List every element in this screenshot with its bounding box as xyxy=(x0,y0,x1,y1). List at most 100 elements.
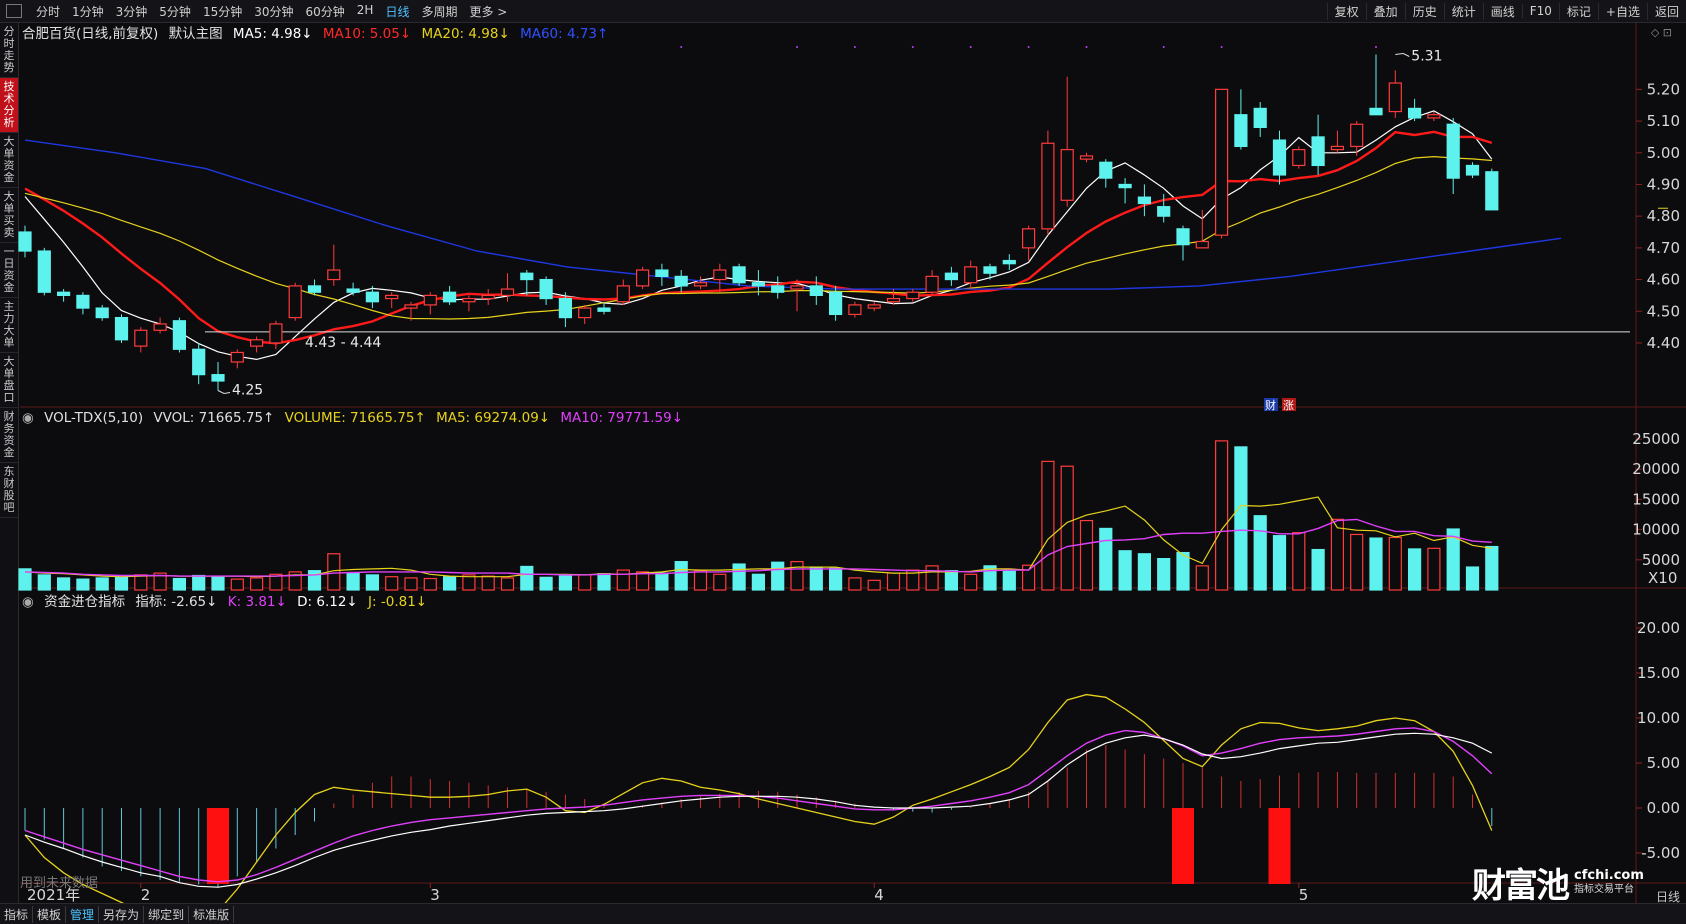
volume-bar xyxy=(250,577,264,591)
price-tick-label: 4.70 xyxy=(1647,239,1680,257)
candle-body xyxy=(674,275,688,287)
vol-ma5-label: MA5: 69274.09↓ xyxy=(436,410,551,426)
candle-body xyxy=(114,316,129,341)
candle-body xyxy=(307,285,322,293)
candle-body xyxy=(732,266,746,284)
candle-body xyxy=(1021,228,1036,249)
volume-bar xyxy=(809,566,823,591)
candle-body xyxy=(1465,164,1480,176)
ma60-line xyxy=(24,139,1562,290)
volume-bar xyxy=(1388,536,1402,591)
marker-dot xyxy=(796,46,798,48)
vol-ma10-line xyxy=(24,518,1492,577)
volume-bar xyxy=(1195,565,1209,591)
chart-template[interactable]: 默认主图 xyxy=(169,26,223,42)
candle-body xyxy=(944,272,959,281)
volume-bar xyxy=(1407,548,1422,591)
ma10-line xyxy=(24,130,1493,345)
volume-tick-label: 20000 xyxy=(1632,460,1680,478)
marker-dot xyxy=(1375,46,1377,48)
candle-body xyxy=(790,285,804,290)
vol-close-icon[interactable]: ◉ xyxy=(22,410,34,426)
range-annotation: 4.43 - 4.44 xyxy=(305,335,381,351)
candle-body xyxy=(1195,240,1209,249)
ma10-label: MA10: 5.05↓ xyxy=(322,26,412,42)
candle-body xyxy=(443,291,457,303)
bottom-tab-3[interactable]: 另存为 xyxy=(99,905,145,923)
volume-bar xyxy=(1060,465,1074,591)
x-axis-label: 4 xyxy=(874,886,884,904)
candle-body xyxy=(809,285,823,297)
marker-dot xyxy=(1085,46,1088,48)
candle-body xyxy=(153,323,167,331)
volume-bar xyxy=(771,561,785,591)
ma60-label: MA60: 4.73↑ xyxy=(520,26,609,42)
panel-controls[interactable]: ◇ ⊡ xyxy=(1651,26,1672,39)
indicator-legend: ◉ 资金进仓指标 指标: -2.65↓ K: 3.81↓ D: 6.12↓ J:… xyxy=(22,590,433,610)
volume-bar xyxy=(655,572,669,591)
candle-body xyxy=(365,291,379,303)
high-marker xyxy=(1395,52,1410,57)
vol-indicator-name[interactable]: VOL-TDX(5,10) xyxy=(44,410,143,426)
candle-body xyxy=(693,282,708,287)
ind-close-icon[interactable]: ◉ xyxy=(22,594,34,610)
candle-body xyxy=(1311,136,1325,167)
candle-body xyxy=(346,288,360,293)
candle-body xyxy=(558,297,573,319)
candle-body xyxy=(828,291,843,316)
candle-body xyxy=(713,269,727,281)
signal-bar xyxy=(207,808,229,884)
volume-bar xyxy=(925,565,939,591)
candle-body xyxy=(867,304,881,309)
volume-bar xyxy=(134,574,148,591)
volume-bar xyxy=(616,569,630,591)
volume-unit-label: X10 xyxy=(1648,569,1677,587)
candle-body xyxy=(1427,114,1441,119)
d-label: D: 6.12↓ xyxy=(297,594,358,610)
volume-bar xyxy=(578,574,592,591)
candle-body xyxy=(1350,123,1364,148)
volume-bar xyxy=(539,576,553,591)
volume-bar xyxy=(56,577,71,591)
volume-tick-label: 15000 xyxy=(1632,490,1680,508)
badge-text: 涨 xyxy=(1283,399,1294,412)
volume-bar xyxy=(693,570,708,591)
vvol-label: VVOL: 71665.75↑ xyxy=(153,410,275,426)
volume-bar xyxy=(230,578,244,591)
indicator-name[interactable]: 资金进仓指标 xyxy=(44,594,125,610)
bottom-tab-0[interactable]: 指标 xyxy=(0,905,34,923)
bottom-toolbar: 指标 模板 管理 另存为 绑定到 标准版 xyxy=(0,903,1686,924)
volume-bar xyxy=(964,573,978,591)
volume-bar xyxy=(346,572,360,591)
volume-bar xyxy=(867,579,881,591)
marker-dot xyxy=(853,46,856,48)
candle-body xyxy=(1292,148,1306,167)
volume-bar xyxy=(500,577,515,591)
x-axis-label: 2 xyxy=(141,886,151,904)
volume-bar xyxy=(848,577,862,591)
price-tick-label: 5.00 xyxy=(1647,144,1680,162)
candle-body xyxy=(1234,114,1248,148)
bottom-tab-4[interactable]: 绑定到 xyxy=(144,905,190,923)
volume-bar xyxy=(635,571,650,591)
bottom-tab-5[interactable]: 标准版 xyxy=(189,905,235,923)
candle-body xyxy=(1002,259,1016,265)
candle-body xyxy=(1079,155,1094,160)
volume-tick-label: 10000 xyxy=(1632,521,1680,539)
candle-body xyxy=(848,304,862,316)
logo-domain: cfchi.com xyxy=(1574,867,1644,883)
marker-dot xyxy=(680,46,683,48)
volume-bar xyxy=(211,576,225,591)
candle-body xyxy=(906,291,920,300)
x-axis-label: 5 xyxy=(1299,886,1309,904)
bottom-tab-1[interactable]: 模板 xyxy=(33,905,67,923)
volume-bar xyxy=(558,575,573,591)
candle-body xyxy=(37,250,51,293)
candle-body xyxy=(1041,142,1055,230)
volume-bar xyxy=(1350,533,1364,591)
candle-body xyxy=(1272,139,1287,176)
bottom-tab-2[interactable]: 管理 xyxy=(66,905,100,923)
price-tick-label: 4.60 xyxy=(1647,271,1680,289)
candle-body xyxy=(1214,88,1229,236)
logo-main: 财富池 xyxy=(1472,866,1570,906)
